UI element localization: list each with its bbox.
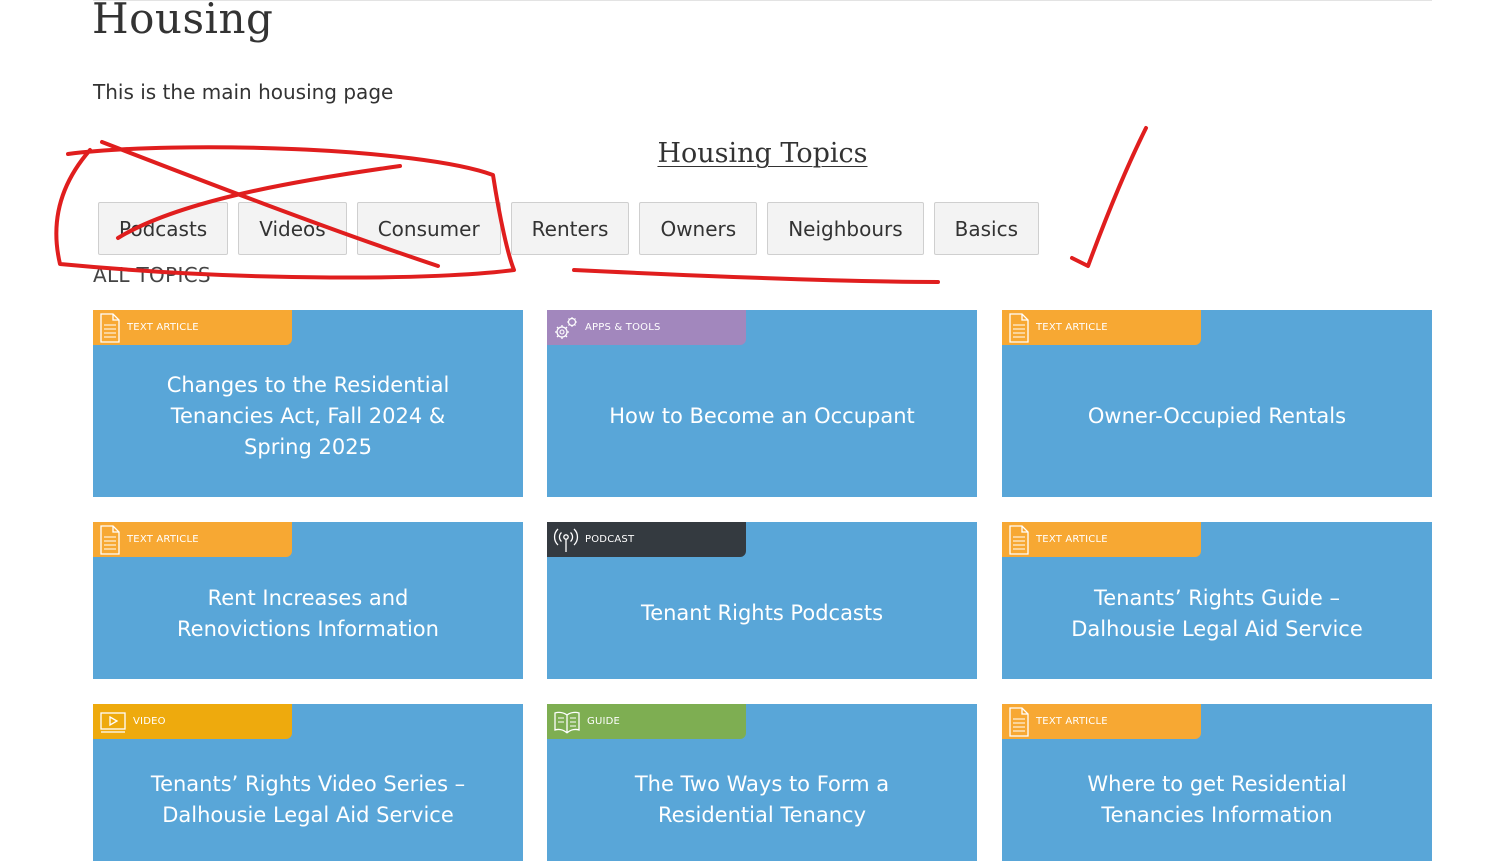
document-icon <box>1009 524 1029 555</box>
page-intro: This is the main housing page <box>93 80 394 104</box>
document-icon <box>100 312 120 343</box>
badge-label: TEXT ARTICLE <box>1036 534 1108 545</box>
type-badge: TEXT ARTICLE <box>1002 704 1201 739</box>
topic-card[interactable]: TEXT ARTICLE Owner-Occupied Rentals <box>1002 310 1432 497</box>
badge-label: GUIDE <box>587 716 621 727</box>
filter-owners-button[interactable]: Owners <box>639 202 758 255</box>
badge-label: TEXT ARTICLE <box>127 534 199 545</box>
topic-card[interactable]: PODCAST Tenant Rights Podcasts <box>547 522 977 679</box>
topic-card[interactable]: TEXT ARTICLE Where to get Residential Te… <box>1002 704 1432 861</box>
page-title: Housing <box>92 0 274 43</box>
broadcast-icon <box>553 528 579 552</box>
topic-card[interactable]: TEXT ARTICLE Tenants’ Rights Guide – Dal… <box>1002 522 1432 679</box>
top-divider <box>93 0 1432 1</box>
badge-label: TEXT ARTICLE <box>1036 322 1108 333</box>
card-title: Tenant Rights Podcasts <box>640 601 884 625</box>
card-title: Tenants’ Rights Guide – Dalhousie Legal … <box>1071 585 1363 641</box>
card-title: Owner-Occupied Rentals <box>1087 404 1347 428</box>
open-book-icon <box>554 711 580 733</box>
document-icon <box>1009 706 1029 737</box>
topic-card[interactable]: APPS & TOOLS How to Become an Occupant <box>547 310 977 497</box>
topic-card[interactable]: VIDEO Tenants’ Rights Video Series – Dal… <box>93 704 523 861</box>
badge-label: TEXT ARTICLE <box>1036 716 1108 727</box>
type-badge: VIDEO <box>93 704 292 739</box>
badge-label: VIDEO <box>133 716 166 727</box>
filter-podcasts-button[interactable]: Podcasts <box>98 202 229 255</box>
card-title: Rent Increases and Renovictions Informat… <box>177 585 439 641</box>
filter-consumer-button[interactable]: Consumer <box>356 202 501 255</box>
badge-label: TEXT ARTICLE <box>127 322 199 333</box>
document-icon <box>100 524 120 555</box>
card-title: Where to get Residential Tenancies Infor… <box>1087 772 1347 827</box>
type-badge: TEXT ARTICLE <box>93 310 292 345</box>
filter-renters-button[interactable]: Renters <box>510 202 630 255</box>
badge-label: PODCAST <box>585 534 635 545</box>
video-play-icon <box>100 711 126 733</box>
topic-card[interactable]: TEXT ARTICLE Changes to the Residential … <box>93 310 523 497</box>
gears-icon <box>555 316 577 339</box>
type-badge: APPS & TOOLS <box>547 310 746 345</box>
topics-heading[interactable]: Housing Topics <box>0 136 1496 172</box>
card-title: Changes to the Residential Tenancies Act… <box>166 373 450 459</box>
document-icon <box>1009 312 1029 343</box>
filter-basics-button[interactable]: Basics <box>933 202 1040 255</box>
type-badge: TEXT ARTICLE <box>1002 522 1201 557</box>
type-badge: PODCAST <box>547 522 746 557</box>
badge-label: APPS & TOOLS <box>585 322 661 333</box>
filter-neighbours-button[interactable]: Neighbours <box>767 202 924 255</box>
topic-filter-bar: Podcasts Videos Consumer Renters Owners … <box>98 202 1040 255</box>
filter-videos-button[interactable]: Videos <box>238 202 347 255</box>
underline-mark <box>572 268 940 284</box>
type-badge: TEXT ARTICLE <box>93 522 292 557</box>
type-badge: GUIDE <box>547 704 746 739</box>
card-title: The Two Ways to Form a Residential Tenan… <box>634 772 890 827</box>
type-badge: TEXT ARTICLE <box>1002 310 1201 345</box>
card-title: How to Become an Occupant <box>609 404 915 428</box>
all-topics-label: ALL TOPICS <box>93 263 211 287</box>
topic-card[interactable]: GUIDE The Two Ways to Form a Residential… <box>547 704 977 861</box>
card-title: Tenants’ Rights Video Series – Dalhousie… <box>150 772 466 827</box>
topic-card[interactable]: TEXT ARTICLE Rent Increases and Renovict… <box>93 522 523 679</box>
